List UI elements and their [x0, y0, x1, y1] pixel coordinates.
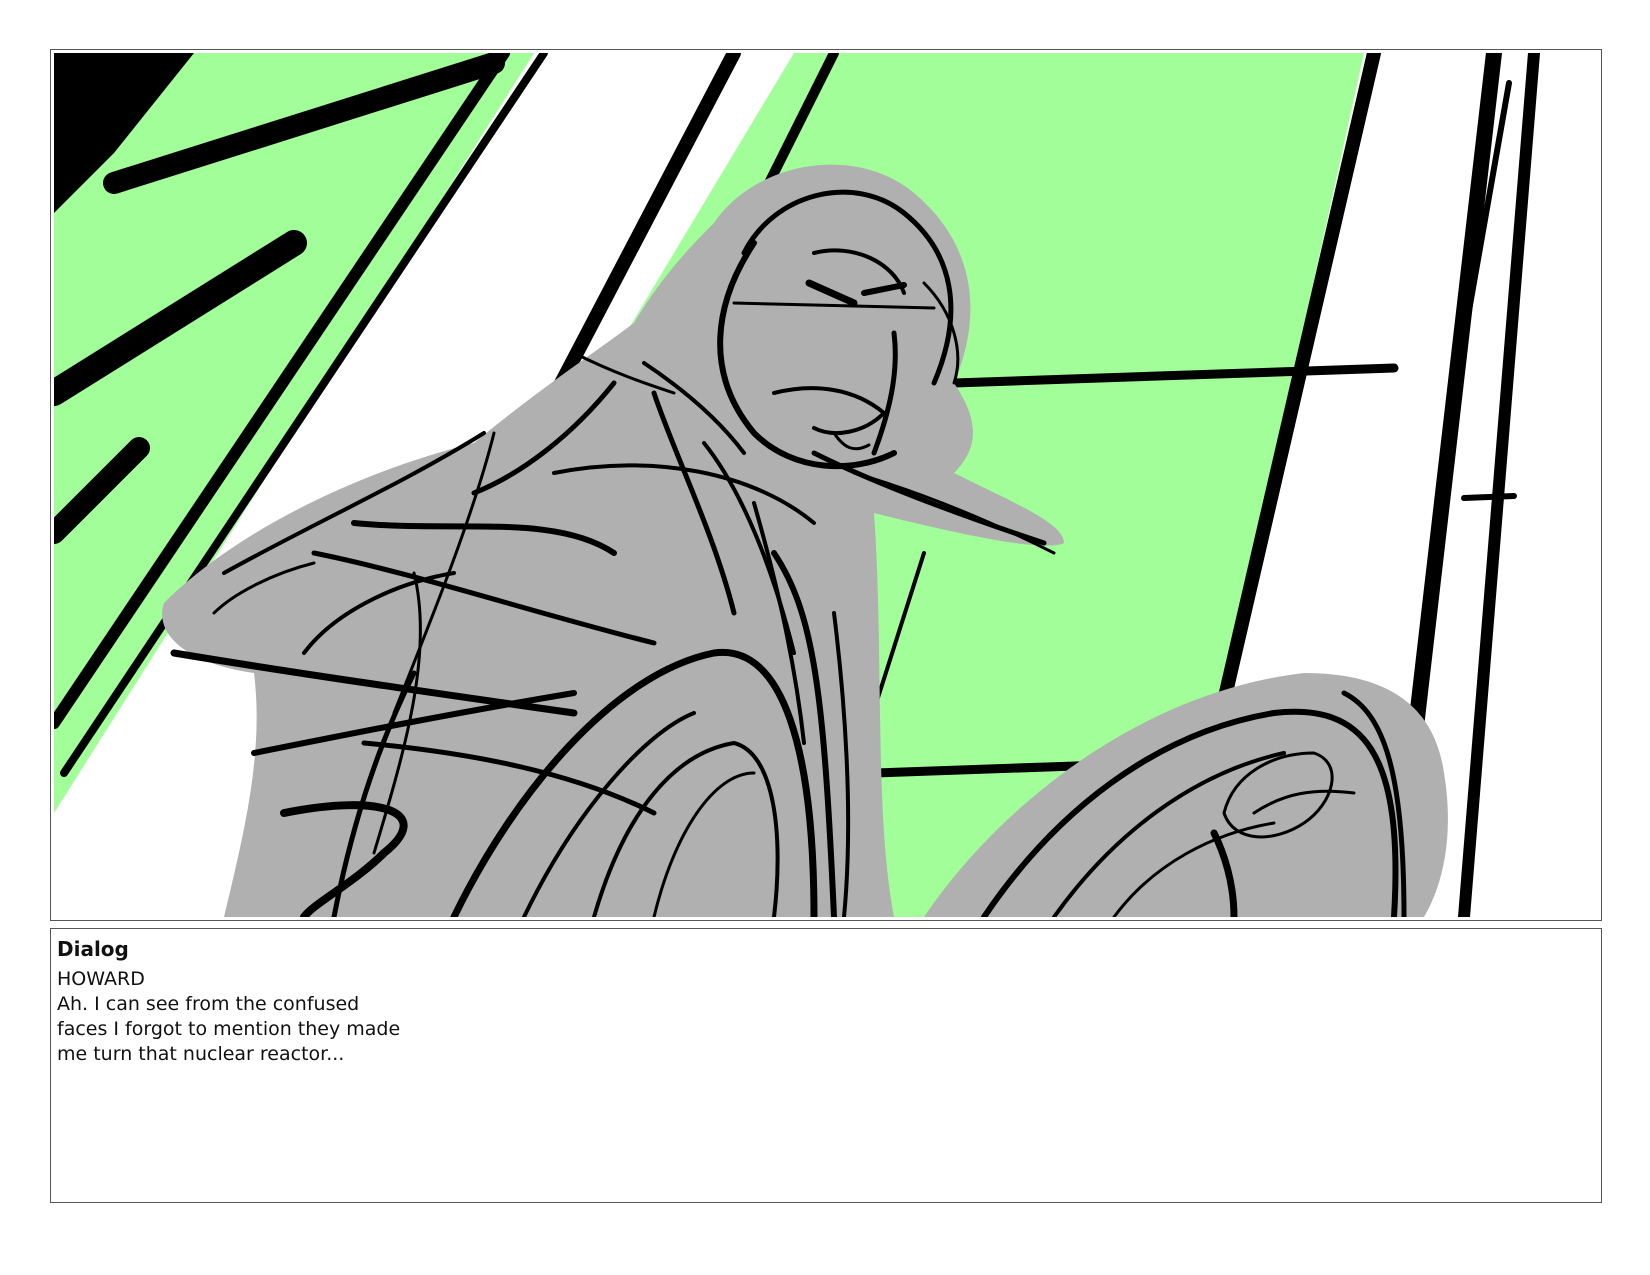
sketch-drawing [54, 53, 1598, 917]
dialog-line: Ah. I can see from the confused [57, 993, 360, 1015]
panel-artwork [54, 53, 1598, 917]
dialog-text: HOWARD Ah. I can see from the confused f… [57, 967, 477, 1067]
dialog-line: faces I forgot to mention they made [57, 1018, 401, 1040]
dialog-character-name: HOWARD [57, 968, 145, 990]
dialog-line: me turn that nuclear reactor... [57, 1043, 345, 1065]
dialog-heading: Dialog [57, 937, 129, 961]
storyboard-panel [50, 49, 1602, 921]
dialog-notes-box: Dialog HOWARD Ah. I can see from the con… [50, 928, 1602, 1203]
